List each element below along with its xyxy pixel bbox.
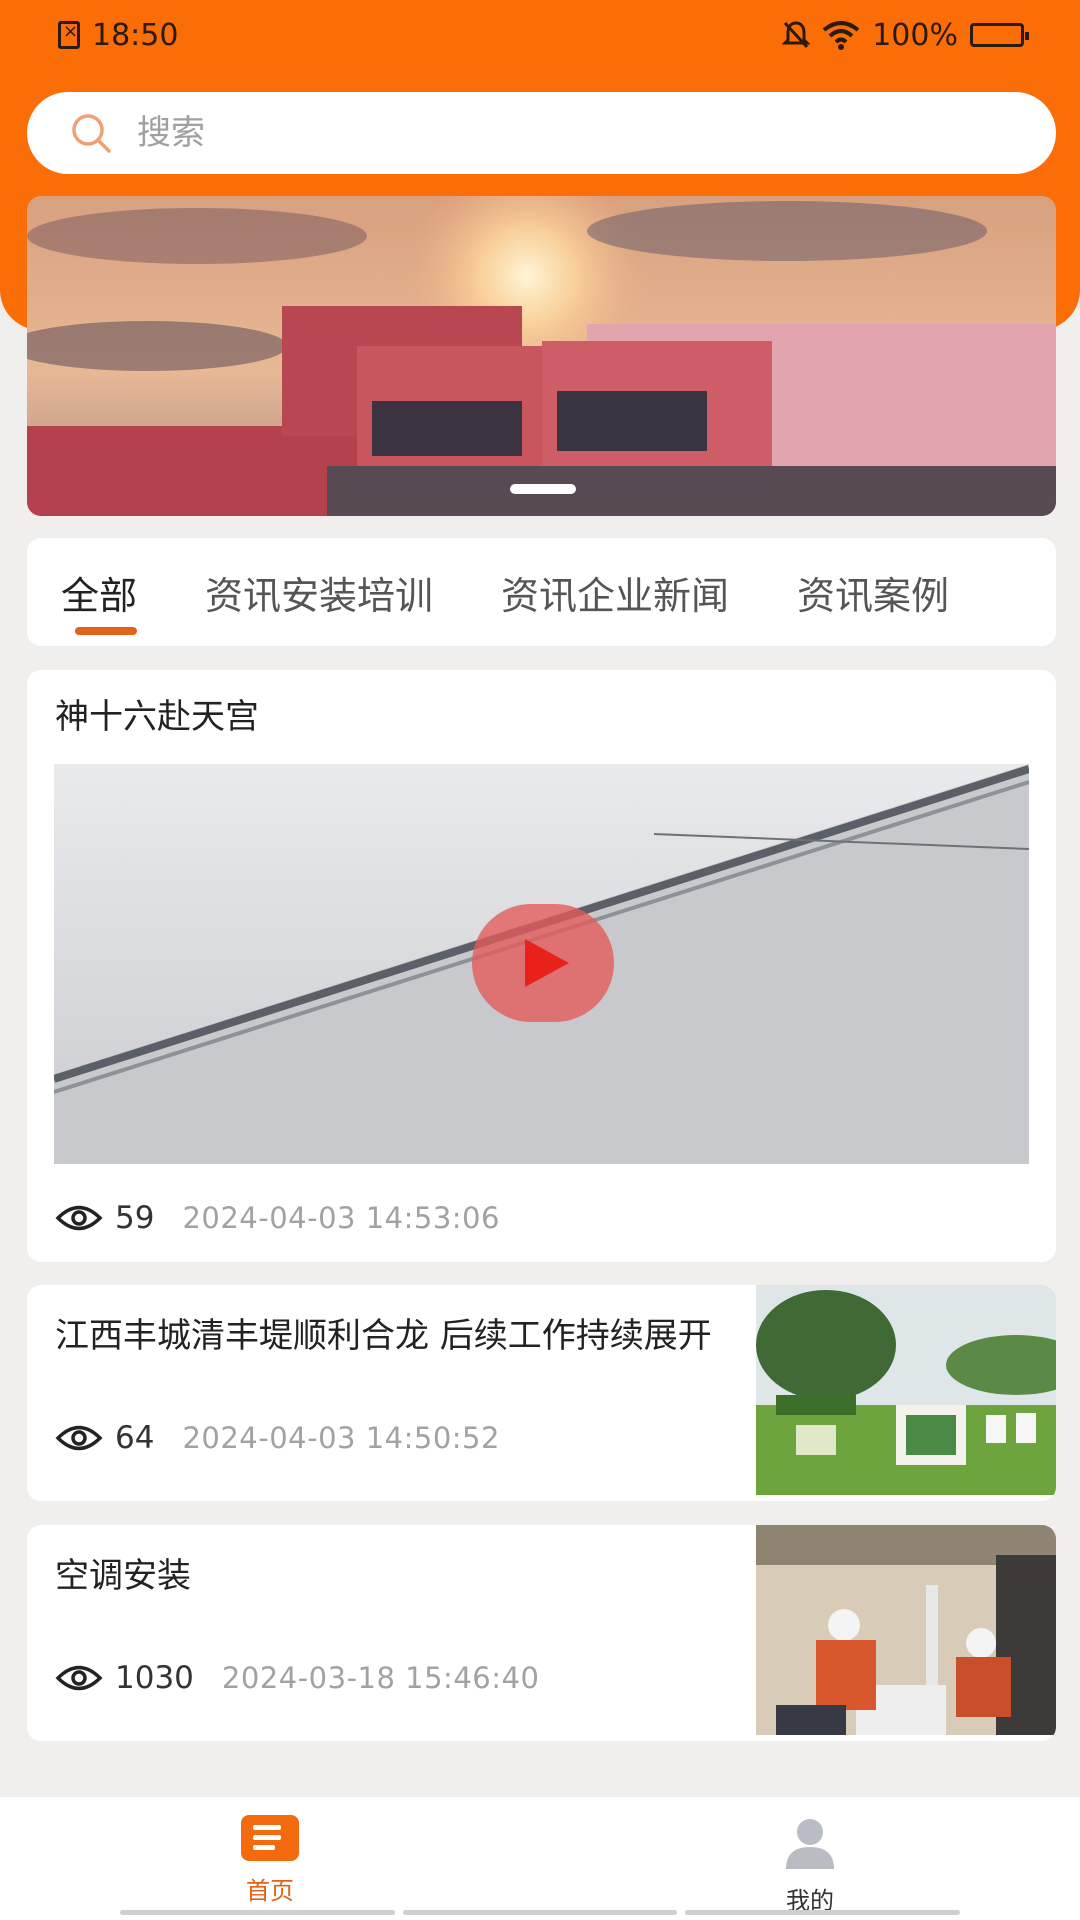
search-input[interactable] (137, 113, 937, 153)
article-title: 空调安装 (55, 1556, 191, 1596)
publish-date: 2024-04-03 14:50:52 (182, 1421, 500, 1455)
article-thumbnail (756, 1285, 1056, 1495)
tab-install-training[interactable]: 资讯安装培训 (205, 565, 433, 620)
sim-card-icon (58, 21, 80, 49)
article-meta: 1030 2024-03-18 15:46:40 (55, 1660, 539, 1696)
view-count: 64 (115, 1420, 155, 1456)
banner-image (27, 196, 1056, 516)
play-icon (525, 939, 569, 987)
search-icon (69, 111, 113, 155)
tab-all[interactable]: 全部 (61, 565, 138, 635)
bottom-navigation: 首页 我的 (0, 1796, 1080, 1920)
status-bar: 18:50 100% (0, 0, 1080, 70)
article-thumbnail (756, 1525, 1056, 1735)
battery-percent: 100% (872, 17, 958, 53)
play-button[interactable] (472, 904, 614, 1022)
search-bar[interactable] (27, 92, 1056, 174)
publish-date: 2024-04-03 14:53:06 (182, 1201, 500, 1235)
nav-mine[interactable]: 我的 (750, 1815, 870, 1916)
article-title: 神十六赴天宫 (55, 697, 259, 737)
nav-home-label: 首页 (246, 1877, 294, 1905)
eye-icon (55, 1205, 103, 1231)
carousel-indicator[interactable] (510, 484, 576, 494)
notifications-off-icon (782, 21, 811, 49)
gesture-indicator (120, 1910, 961, 1915)
wifi-icon (822, 21, 860, 50)
article-card[interactable]: 空调安装 1030 2024-03-18 15:46:40 (27, 1525, 1056, 1741)
article-meta: 59 2024-04-03 14:53:06 (55, 1200, 500, 1236)
banner-carousel[interactable] (27, 196, 1056, 516)
view-count: 1030 (115, 1660, 194, 1696)
news-icon (241, 1815, 299, 1861)
article-title: 江西丰城清丰堤顺利合龙 后续工作持续展开 (55, 1316, 712, 1356)
eye-icon (55, 1665, 103, 1691)
article-meta: 64 2024-04-03 14:50:52 (55, 1420, 500, 1456)
user-icon (786, 1819, 834, 1869)
category-tabs: 全部 资讯安装培训 资讯企业新闻 资讯案例 (27, 538, 1056, 646)
article-card-video[interactable]: 神十六赴天宫 59 2024-04-03 14:53:06 (27, 670, 1056, 1262)
video-player[interactable] (54, 764, 1029, 1164)
tab-cases[interactable]: 资讯案例 (797, 565, 949, 620)
view-count: 59 (115, 1200, 155, 1236)
tab-company-news[interactable]: 资讯企业新闻 (501, 565, 729, 620)
status-time: 18:50 (92, 17, 179, 53)
publish-date: 2024-03-18 15:46:40 (221, 1661, 540, 1695)
eye-icon (55, 1425, 103, 1451)
battery-icon (970, 23, 1029, 47)
article-card[interactable]: 江西丰城清丰堤顺利合龙 后续工作持续展开 64 2024-04-03 14:50… (27, 1285, 1056, 1501)
nav-home[interactable]: 首页 (210, 1815, 330, 1906)
